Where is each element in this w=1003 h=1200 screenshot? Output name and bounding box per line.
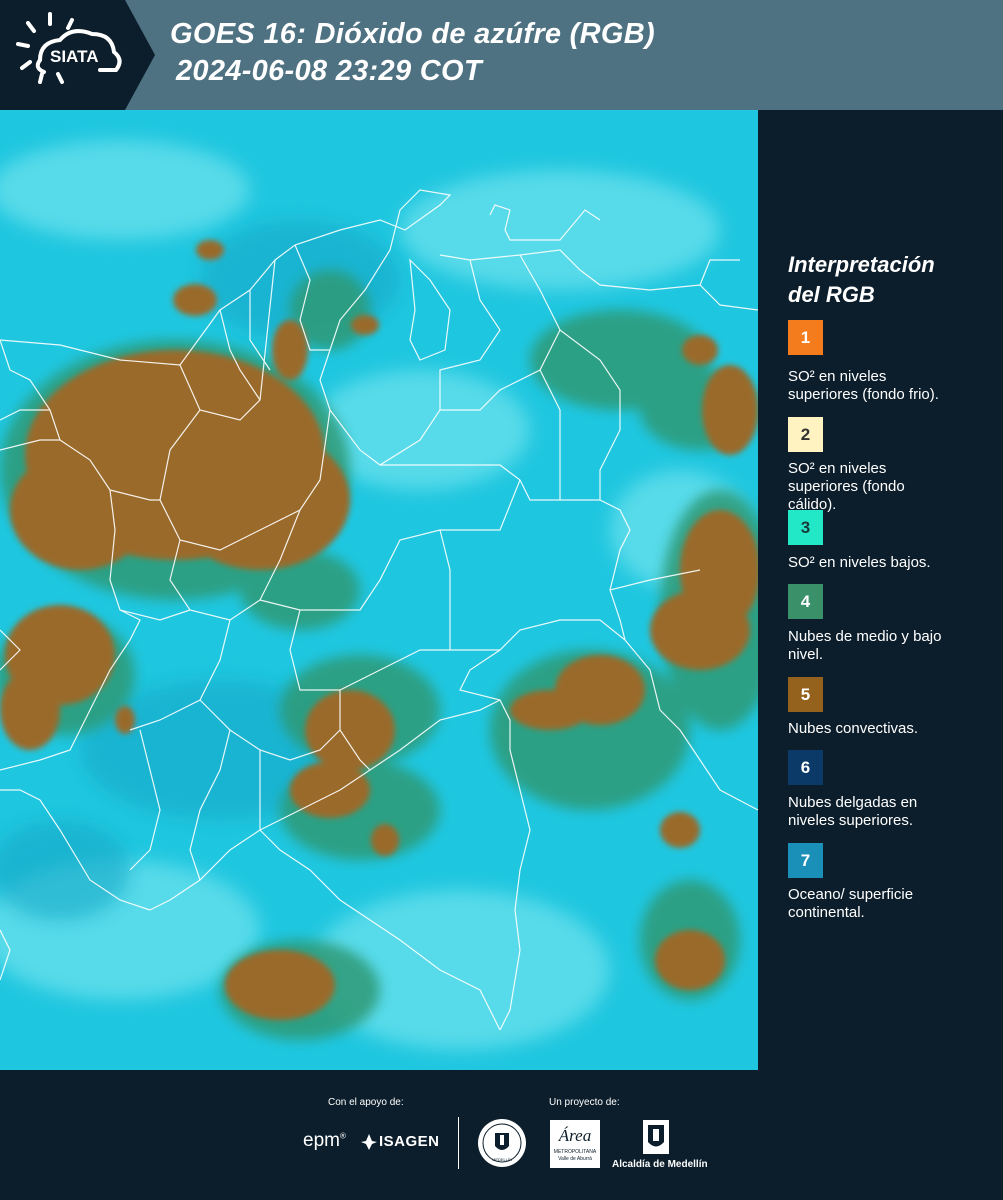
isagen-logo-text: ISAGEN — [379, 1133, 440, 1150]
legend-title-line1: Interpretación — [788, 252, 935, 277]
legend-label-line: Nubes de medio y bajo — [788, 628, 942, 645]
footer-divider — [458, 1117, 459, 1169]
siata-logo-text: SIATA — [50, 47, 98, 66]
page-title: GOES 16: Dióxido de azúfre (RGB) — [170, 18, 655, 50]
legend-label-2: SO² en niveles superiores (fondo cálido). — [788, 460, 978, 514]
medellin-seal-logo: MEDELLÍN — [478, 1119, 526, 1167]
legend-label-line: superiores (fondo frio). — [788, 386, 939, 403]
medellin-seal-text: MEDELLÍN — [492, 1157, 512, 1162]
header-bar: SIATA GOES 16: Dióxido de azúfre (RGB) 2… — [0, 0, 1003, 110]
satellite-map-image — [0, 110, 758, 1070]
project-label: Un proyecto de: — [549, 1097, 620, 1108]
legend-swatch-3: 3 — [788, 510, 823, 545]
legend-label-line: Nubes delgadas en — [788, 794, 918, 811]
isagen-logo: ISAGEN — [360, 1132, 440, 1156]
area-metropolitana-logo: Área METROPOLITANA Valle de Aburrá — [550, 1120, 600, 1168]
siata-logo: SIATA — [0, 0, 155, 110]
area-logo-sub2: Valle de Aburrá — [558, 1156, 592, 1162]
legend-label-line: superiores (fondo — [788, 478, 905, 495]
alcaldia-crest-icon — [643, 1120, 669, 1154]
legend-swatch-7: 7 — [788, 843, 823, 878]
legend-label-4: Nubes de medio y bajo nivel. — [788, 628, 978, 664]
legend-panel: Interpretación del RGB 1 SO² en niveles su… — [758, 110, 1003, 1070]
legend-label-line: Nubes convectivas. — [788, 720, 919, 737]
area-logo-sub: METROPOLITANA — [553, 1149, 597, 1155]
legend-title-line2: del RGB — [788, 282, 875, 307]
legend-label-1: SO² en niveles superiores (fondo frio). — [788, 368, 978, 404]
legend-label-7: Oceano/ superficie continental. — [788, 886, 978, 922]
legend-label-3: SO² en niveles bajos. — [788, 554, 978, 572]
legend-label-line: SO² en niveles — [788, 460, 887, 477]
satellite-map — [0, 110, 758, 1070]
epm-logo-text: epm — [303, 1130, 340, 1151]
legend-label-line: SO² en niveles — [788, 368, 887, 385]
legend-label-line: niveles superiores. — [788, 812, 914, 829]
epm-logo: epm® — [303, 1130, 346, 1151]
legend-label-line: SO² en niveles bajos. — [788, 554, 931, 571]
legend-label-6: Nubes delgadas en niveles superiores. — [788, 794, 978, 830]
page-timestamp: 2024-06-08 23:29 COT — [176, 55, 482, 87]
footer-bar: Con el apoyo de: Un proyecto de: epm® IS… — [0, 1070, 1003, 1200]
legend-label-line: Oceano/ superficie — [788, 886, 914, 903]
legend-title: Interpretación del RGB — [788, 250, 935, 310]
alcaldia-logo-text: Alcaldía de Medellín — [612, 1159, 708, 1170]
legend-label-line: continental. — [788, 904, 865, 921]
legend-swatch-6: 6 — [788, 750, 823, 785]
legend-label-line: nivel. — [788, 646, 824, 663]
legend-swatch-1: 1 — [788, 320, 823, 355]
legend-swatch-5: 5 — [788, 677, 823, 712]
legend-swatch-2: 2 — [788, 417, 823, 452]
area-logo-text: Área — [558, 1126, 592, 1145]
legend-swatch-4: 4 — [788, 584, 823, 619]
isagen-logo-icon — [361, 1134, 377, 1150]
support-label: Con el apoyo de: — [328, 1097, 404, 1108]
legend-label-5: Nubes convectivas. — [788, 720, 978, 738]
